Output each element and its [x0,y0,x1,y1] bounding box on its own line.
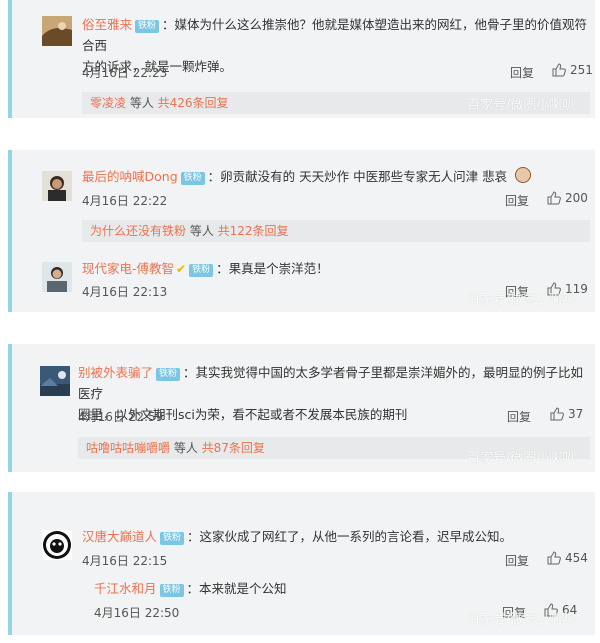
like-count: 251 [570,63,593,77]
subreply-middle: 等人 [186,224,218,238]
reply-body: ：本来就是个公知 [186,581,287,596]
avatar[interactable] [42,262,72,292]
thumbs-up-icon [552,63,566,77]
avatar[interactable] [42,171,72,201]
fan-badge: 铁粉 [159,584,184,597]
comment-text: 最后的呐喊Dong 铁粉 ：卵贡献没有的 天天炒作 中医那些专家无人问津 悲哀 [82,166,592,187]
watermark: 百家号/微圈小喇叭 [467,292,576,307]
timestamp: 4月16日 22:23 [82,66,168,80]
username[interactable]: 俗至雅来 [82,17,132,32]
subreply-user[interactable]: 咕噜咕咕嘣嚼嚼 [86,441,170,455]
like-button[interactable]: 454 [547,551,588,565]
thumbs-up-icon [547,191,561,205]
sad-emoji-icon [515,167,532,183]
comment-body-line1: ：其实我觉得中国的太多学者骨子里都是崇洋媚外的，最明显的例子比如医疗 [78,365,584,401]
subreply-middle: 等人 [170,441,202,455]
comment-card: 俗至雅来 铁粉 ：媒体为什么这么推崇他？他就是媒体塑造出来的网红，他骨子里的价值观符… [8,0,595,118]
username[interactable]: 汉唐大巅道人 [82,529,157,544]
reply-button[interactable]: 回复 [507,408,531,425]
comment-card: 最后的呐喊Dong 铁粉 ：卵贡献没有的 天天炒作 中医那些专家无人问津 悲哀 4月… [8,150,595,312]
thumbs-up-icon [550,407,564,421]
username[interactable]: 现代家电-傅教智 [82,261,174,276]
reply-body: ：果真是个崇洋范！ [216,261,329,276]
comment-body: ：这家伙成了网红了，从他一系列的言论看，迟早成公知。 [187,529,513,544]
subreply-count[interactable]: 共122条回复 [218,224,289,238]
reply-text: 千江水和月 铁粉 ：本来就是个公知 [94,578,584,599]
username[interactable]: 千江水和月 [94,581,157,596]
comment-text: 汉唐大巅道人 铁粉 ：这家伙成了网红了，从他一系列的言论看，迟早成公知。 [82,526,592,547]
watermark: 百家号/微圈小喇叭 [467,98,576,113]
verified-icon: ✔ [176,262,187,276]
fan-badge: 铁粉 [189,264,214,277]
reply-button[interactable]: 回复 [505,552,529,569]
subreply-user[interactable]: 为什么还没有铁粉 [90,224,186,238]
avatar[interactable] [40,366,70,396]
timestamp: 4月16日 22:22 [82,194,168,208]
comment-body: ：卵贡献没有的 天天炒作 中医那些专家无人问津 悲哀 [207,169,508,184]
watermark: 百家号/微圈小喇叭 [467,612,576,627]
timestamp: 4月16日 22:15 [82,554,168,568]
avatar[interactable] [42,16,72,46]
fan-badge: 铁粉 [180,172,205,185]
timestamp: 4月16日 22:50 [94,606,180,620]
username[interactable]: 别被外表骗了 [78,365,153,380]
thumbs-up-icon [547,551,561,565]
subreply-count[interactable]: 共426条回复 [158,96,229,110]
watermark: 百家号/微圈小喇叭 [467,451,576,466]
fan-badge: 铁粉 [160,532,185,545]
like-button[interactable]: 37 [550,407,583,421]
reply-button[interactable]: 回复 [505,192,529,209]
reply-button[interactable]: 回复 [510,64,534,81]
timestamp: 4月16日 22:59 [78,410,164,424]
like-count: 200 [565,191,588,205]
cropped-text [82,492,282,496]
comment-card: 别被外表骗了 铁粉 ：其实我觉得中国的太多学者骨子里都是崇洋媚外的，最明显的例子比如… [8,344,595,472]
comment-card: 汉唐大巅道人 铁粉 ：这家伙成了网红了，从他一系列的言论看，迟早成公知。 4月16日… [8,492,595,635]
username[interactable]: 最后的呐喊Dong [82,169,178,184]
reply-text: 现代家电-傅教智 ✔ 铁粉 ：果真是个崇洋范！ [82,258,592,280]
like-button[interactable]: 200 [547,191,588,205]
like-button[interactable]: 251 [552,63,593,77]
fan-badge: 铁粉 [156,368,181,381]
subreply-middle: 等人 [126,96,158,110]
timestamp: 4月16日 22:13 [82,285,168,299]
fan-badge: 铁粉 [135,20,160,33]
like-count: 454 [565,551,588,565]
subreply-count[interactable]: 共87条回复 [202,441,265,455]
subreplies-summary[interactable]: 为什么还没有铁粉 等人 共122条回复 [82,220,590,242]
like-count: 37 [568,407,584,421]
subreply-user[interactable]: 零凌凌 [90,96,126,110]
avatar[interactable] [42,530,72,560]
